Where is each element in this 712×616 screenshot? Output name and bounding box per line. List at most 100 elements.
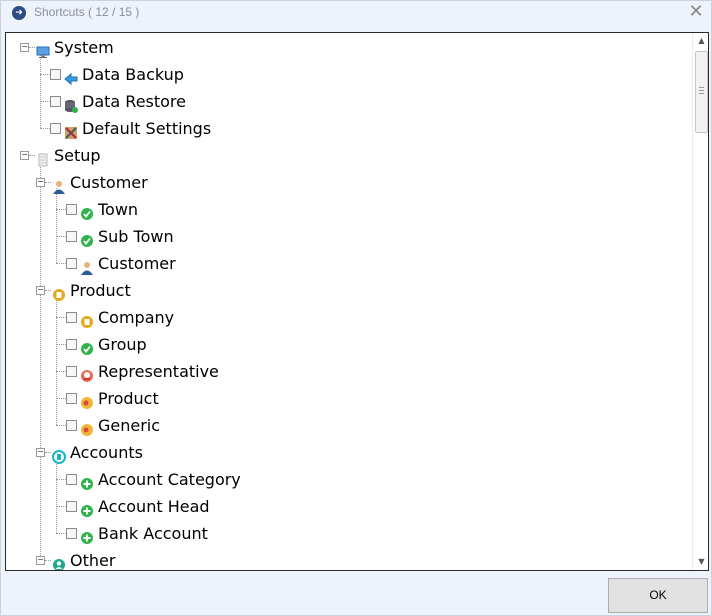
tree-item[interactable]: Product xyxy=(6,385,690,412)
tree-group-node[interactable]: − Other xyxy=(6,547,690,570)
tree-item-label: Customer xyxy=(98,254,176,273)
tree-item-label: Town xyxy=(98,200,139,219)
app-icon: ➜ xyxy=(12,6,26,20)
tree-item-label: Default Settings xyxy=(82,119,212,138)
shortcut-checkbox[interactable] xyxy=(66,339,77,350)
tree-item-label: Accounts xyxy=(70,443,143,462)
tree-item[interactable]: Account Head xyxy=(6,493,690,520)
tree-item[interactable]: Company xyxy=(6,304,690,331)
shortcut-checkbox[interactable] xyxy=(50,96,61,107)
collapse-toggle[interactable]: − xyxy=(36,556,45,565)
tree-connector-line xyxy=(56,506,66,507)
collapse-toggle[interactable]: − xyxy=(20,43,29,52)
shortcut-checkbox[interactable] xyxy=(50,69,61,80)
tree-connector-line xyxy=(56,533,66,534)
collapse-toggle[interactable]: − xyxy=(36,448,45,457)
tree-item-label: Generic xyxy=(98,416,161,435)
shortcut-checkbox[interactable] xyxy=(66,258,77,269)
window-title: Shortcuts ( 12 / 15 ) xyxy=(34,5,140,19)
tree-connector-line xyxy=(40,74,50,75)
shortcut-checkbox[interactable] xyxy=(50,123,61,134)
check-circle-icon xyxy=(80,202,94,220)
scroll-thumb[interactable] xyxy=(695,51,708,133)
tree-item-label: Account Category xyxy=(98,470,241,489)
tree-item[interactable]: Default Settings xyxy=(6,115,690,142)
person-icon xyxy=(52,175,66,194)
tree-item[interactable]: Representative xyxy=(6,358,690,385)
ok-button[interactable]: OK xyxy=(608,578,708,613)
tree-item-label: Representative xyxy=(98,362,219,381)
tree-item[interactable]: Data Restore xyxy=(6,88,690,115)
tree-connector-line xyxy=(45,182,51,183)
shortcut-checkbox[interactable] xyxy=(66,312,77,323)
tree-item[interactable]: Sub Town xyxy=(6,223,690,250)
user-circle-icon xyxy=(52,553,66,570)
check-circle-icon xyxy=(80,229,94,247)
shortcut-checkbox[interactable] xyxy=(66,528,77,539)
tree-item-label: Customer xyxy=(70,173,148,192)
scroll-up-button[interactable]: ▲ xyxy=(693,33,708,49)
person-icon xyxy=(80,256,94,275)
tree-item-label: Bank Account xyxy=(98,524,208,543)
tree-connector-line xyxy=(56,317,66,318)
tree-connector-line xyxy=(40,101,50,102)
tree-connector-line xyxy=(56,344,66,345)
tools-icon xyxy=(64,121,78,139)
tree-group-node[interactable]: − Product xyxy=(6,277,690,304)
shortcut-checkbox[interactable] xyxy=(66,393,77,404)
tree-group-node[interactable]: − Customer xyxy=(6,169,690,196)
tree-item-label: System xyxy=(54,38,114,57)
server-icon xyxy=(36,148,50,167)
grip-line xyxy=(699,87,704,88)
tree-item-label: Sub Town xyxy=(98,227,174,246)
tree-item-label: Company xyxy=(98,308,175,327)
tree-item-label: Product xyxy=(70,281,131,300)
tree-connector-line xyxy=(45,452,51,453)
vertical-scrollbar[interactable]: ▲ ▼ xyxy=(692,33,708,570)
collapse-toggle[interactable]: − xyxy=(36,178,45,187)
shortcut-checkbox[interactable] xyxy=(66,231,77,242)
tree-item-label: Data Restore xyxy=(82,92,186,111)
tree-item[interactable]: Generic xyxy=(6,412,690,439)
tree-item[interactable]: Town xyxy=(6,196,690,223)
tree-item-label: Setup xyxy=(54,146,101,165)
accounts-icon xyxy=(52,445,66,464)
tree-item-label: Other xyxy=(70,551,116,570)
grip-line xyxy=(699,93,704,94)
tree-group-node[interactable]: − Setup xyxy=(6,142,690,169)
tree-item[interactable]: Group xyxy=(6,331,690,358)
database-icon xyxy=(64,94,78,113)
shortcut-checkbox[interactable] xyxy=(66,420,77,431)
tree-connector-line xyxy=(45,290,51,291)
tree-connector-line xyxy=(56,371,66,372)
shortcuts-dialog: ➜ Shortcuts ( 12 / 15 ) ✕ − System Data Ba… xyxy=(0,0,712,616)
tree-connector-line xyxy=(56,236,66,237)
shortcut-checkbox[interactable] xyxy=(66,474,77,485)
shortcuts-tree: − System Data Backup Data Restore Default Se… xyxy=(5,32,709,571)
check-circle-icon xyxy=(80,337,94,355)
pill-icon xyxy=(80,391,94,409)
tree-connector-line xyxy=(29,155,35,156)
arrow-left-icon xyxy=(64,67,78,86)
box-icon xyxy=(80,310,94,328)
tree-connector-line xyxy=(56,398,66,399)
plus-circle-icon xyxy=(80,472,94,490)
tree-item[interactable]: Bank Account xyxy=(6,520,690,547)
tree-connector-line xyxy=(45,560,51,561)
plus-circle-icon xyxy=(80,526,94,544)
pill-icon xyxy=(80,418,94,436)
shortcut-checkbox[interactable] xyxy=(66,501,77,512)
tree-item[interactable]: Data Backup xyxy=(6,61,690,88)
tree-connector-line xyxy=(56,209,66,210)
shortcut-checkbox[interactable] xyxy=(66,366,77,377)
tree-group-node[interactable]: − Accounts xyxy=(6,439,690,466)
collapse-toggle[interactable]: − xyxy=(20,151,29,160)
tree-item[interactable]: Customer xyxy=(6,250,690,277)
box-icon xyxy=(52,283,66,301)
tree-item[interactable]: Account Category xyxy=(6,466,690,493)
scroll-down-button[interactable]: ▼ xyxy=(693,554,708,570)
tree-group-node[interactable]: − System xyxy=(6,34,690,61)
collapse-toggle[interactable]: − xyxy=(36,286,45,295)
close-button[interactable]: ✕ xyxy=(681,1,711,25)
shortcut-checkbox[interactable] xyxy=(66,204,77,215)
